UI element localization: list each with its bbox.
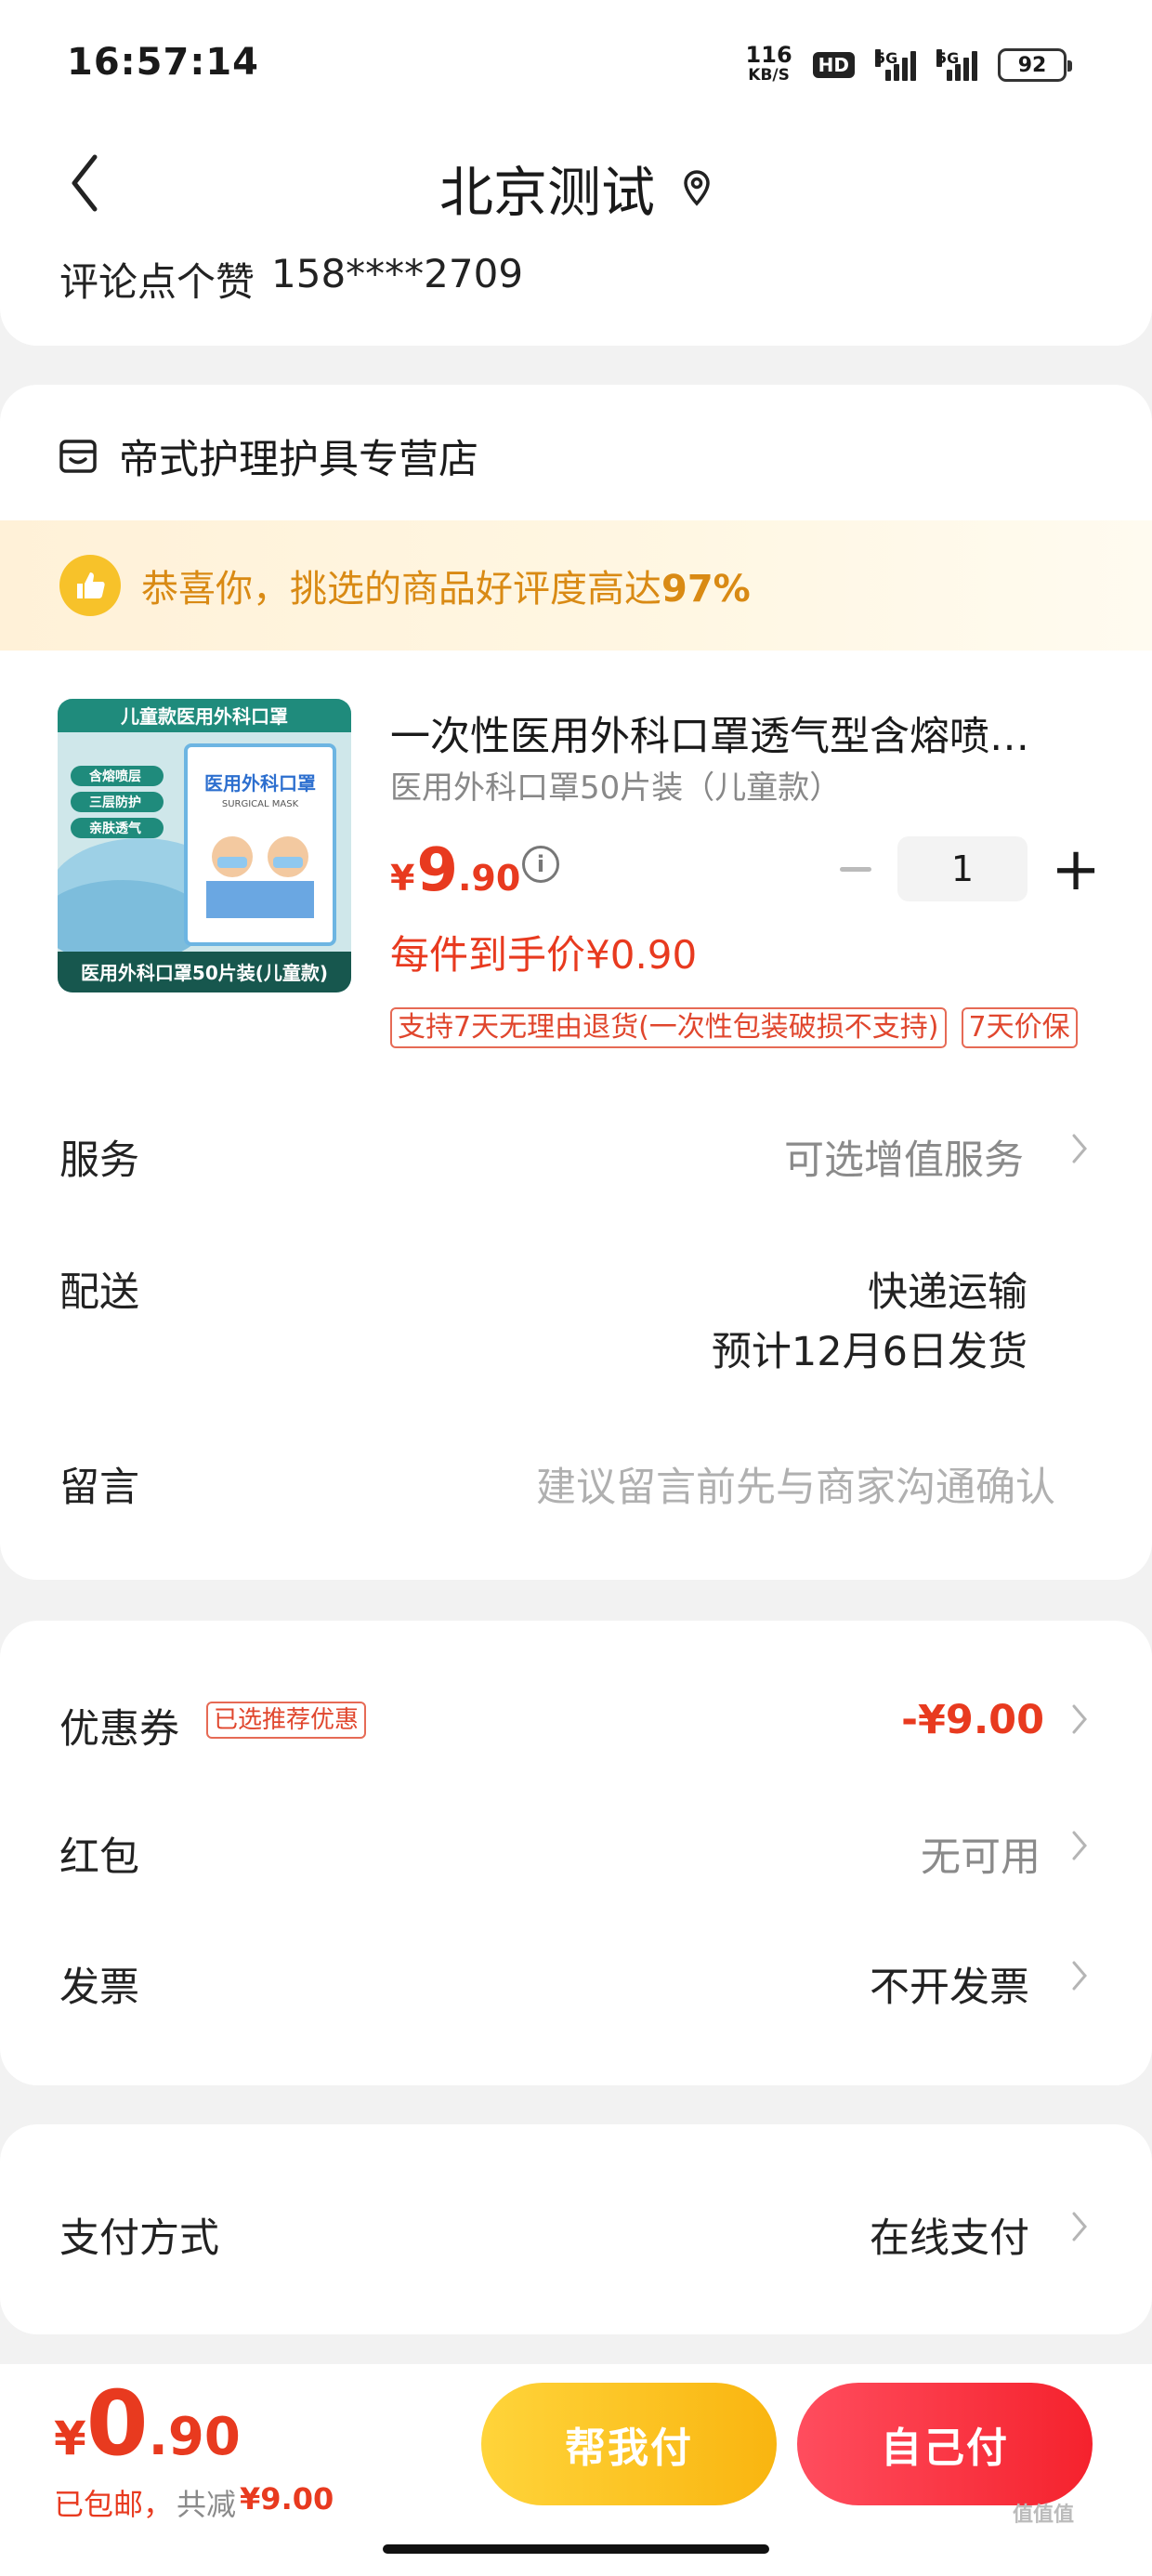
address-contact[interactable]: 评论点个赞 158****2709: [59, 251, 523, 308]
sim2-network-label: 5G: [936, 49, 960, 67]
image-pack-sub: SURGICAL MASK: [222, 799, 299, 809]
sim1-network-label: 5G: [875, 49, 898, 67]
image-banner-text: 儿童款医用外科口罩: [120, 705, 288, 728]
invoice-label: 发票: [59, 1965, 139, 2011]
red-packet-label: 红包: [59, 1834, 139, 1881]
image-bullet-1: 含熔喷层: [89, 769, 141, 784]
coupon-value[interactable]: -¥9.00: [901, 1697, 1044, 1743]
product-title[interactable]: 一次性医用外科口罩透气型含熔喷布防飞沫儿童款: [390, 704, 1059, 762]
battery-icon: 92: [998, 48, 1072, 82]
status-time: 16:57:14: [67, 41, 259, 84]
shipping-note: 已包邮，: [54, 2487, 174, 2522]
service-chevron-icon[interactable]: [1068, 1130, 1091, 1167]
network-speed-value: 116: [745, 42, 792, 68]
location-icon[interactable]: [681, 169, 713, 206]
total-integer: 0: [85, 2372, 149, 2476]
price-currency: ¥: [390, 858, 415, 899]
total-currency: ¥: [54, 2412, 86, 2465]
product-spec: 医用外科口罩50片装（儿童款）: [390, 769, 842, 807]
title-text: 北京测试: [439, 161, 655, 224]
delivery-label: 配送: [59, 1269, 139, 1316]
signal-sim2-icon: 5G: [936, 49, 977, 81]
watermark: 值值值: [1013, 2504, 1075, 2527]
image-bullet-2: 三层防护: [89, 795, 141, 810]
info-icon[interactable]: i: [522, 846, 559, 883]
saved-value: ¥9.00: [240, 2481, 334, 2517]
coupon-label: 优惠券: [59, 1706, 179, 1753]
praise-banner: 恭喜你，挑选的商品好评度高达97%: [0, 520, 1152, 651]
quantity-increase-button[interactable]: +: [1048, 840, 1104, 900]
status-icons: 116 KB/S HD 5G 5G 92: [745, 42, 1072, 85]
message-input[interactable]: 建议留言前先与商家沟通确认: [536, 1455, 1055, 1513]
help-pay-button[interactable]: 帮我付: [481, 2383, 777, 2505]
product-image[interactable]: 儿童款医用外科口罩 含熔喷层 三层防护 亲肤透气 医用外科口罩 SURGICAL…: [58, 699, 351, 992]
image-pack-title: 医用外科口罩: [204, 772, 316, 795]
quantity-decrease-button[interactable]: [832, 850, 879, 887]
contact-name: 评论点个赞: [59, 259, 255, 305]
home-indicator[interactable]: [383, 2544, 769, 2554]
delivery-eta: 预计12月6日发货: [711, 1329, 1028, 1375]
unit-price: 每件到手价¥0.90: [390, 932, 698, 978]
payment-method-label: 支付方式: [59, 2215, 219, 2262]
praise-percent: 97%: [661, 568, 751, 611]
price-decimal: .90: [457, 858, 521, 899]
network-speed: 116 KB/S: [745, 42, 792, 85]
message-label: 留言: [59, 1465, 139, 1511]
praise-text: 恭喜你，挑选的商品好评度高达97%: [141, 559, 751, 612]
thumbs-up-icon: [59, 555, 121, 616]
battery-level: 92: [1017, 53, 1047, 77]
network-speed-unit: KB/S: [748, 66, 790, 85]
delivery-method: 快递运输: [868, 1269, 1028, 1316]
image-caption-text: 医用外科口罩50片装(儿童款): [81, 962, 328, 984]
coupon-chevron-icon[interactable]: [1068, 1701, 1091, 1738]
invoice-value[interactable]: 不开发票: [870, 1955, 1029, 2013]
invoice-chevron-icon[interactable]: [1068, 1957, 1091, 1994]
total-price: ¥ 0 .90: [54, 2372, 241, 2476]
total-note: 已包邮， 共减 ¥9.00: [54, 2481, 334, 2524]
price-integer: 9: [416, 836, 458, 905]
page-title: 北京测试: [0, 149, 1152, 227]
image-bullet-3: 亲肤透气: [89, 821, 141, 836]
payment-method-value[interactable]: 在线支付: [870, 2206, 1029, 2264]
shop-icon: [59, 440, 97, 473]
product-price: ¥ 9 .90: [390, 836, 520, 905]
payment-chevron-icon[interactable]: [1068, 2208, 1091, 2245]
shop-row[interactable]: 帝式护理护具专营店: [58, 427, 478, 485]
red-packet-value[interactable]: 无可用: [921, 1825, 1041, 1883]
praise-prefix: 恭喜你，挑选的商品好评度高达: [141, 568, 661, 611]
total-decimal: .90: [148, 2407, 241, 2467]
hd-icon: HD: [812, 52, 855, 78]
coupon-badge: 已选推荐优惠: [206, 1702, 367, 1739]
red-packet-chevron-icon[interactable]: [1068, 1827, 1091, 1864]
quantity-input[interactable]: 1: [897, 836, 1028, 901]
price-protect-tag: 7天价保: [961, 1007, 1078, 1048]
service-label: 服务: [59, 1137, 139, 1184]
shop-name: 帝式护理护具专营店: [119, 437, 478, 483]
service-value[interactable]: 可选增值服务: [784, 1128, 1024, 1186]
return-policy-tag: 支持7天无理由退货(一次性包装破损不支持): [390, 1007, 947, 1048]
saved-prefix: 共减: [177, 2487, 237, 2522]
contact-phone: 158****2709: [271, 251, 524, 296]
service-tags: 支持7天无理由退货(一次性包装破损不支持) 7天价保: [390, 1007, 1078, 1048]
self-pay-button[interactable]: 自己付: [797, 2383, 1093, 2505]
signal-sim1-icon: 5G: [875, 49, 916, 81]
